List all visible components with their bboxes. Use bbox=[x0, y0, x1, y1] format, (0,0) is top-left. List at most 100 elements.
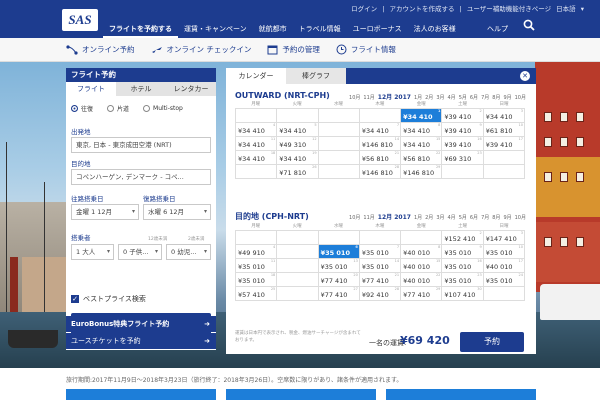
month-option[interactable]: 7月 bbox=[481, 215, 489, 221]
fare-cell[interactable]: 30 ¥107 410 bbox=[442, 287, 484, 301]
chevron-down-icon[interactable]: ▾ bbox=[581, 5, 584, 13]
fare-cell[interactable]: 28 ¥146 810 bbox=[359, 165, 402, 179]
close-icon[interactable]: ✕ bbox=[520, 71, 530, 81]
fare-cell[interactable]: 17 ¥40 010 bbox=[483, 259, 525, 273]
radio-one-way[interactable]: 片道 bbox=[107, 104, 129, 113]
fare-cell[interactable]: 29 ¥146 810 bbox=[401, 165, 443, 179]
promo-box[interactable] bbox=[66, 389, 216, 400]
login-link[interactable]: ログイン bbox=[351, 5, 377, 13]
selected-fare-cell[interactable]: 6 ¥35 010 bbox=[318, 245, 360, 259]
fare-cell[interactable]: 9 ¥35 010 bbox=[442, 245, 484, 259]
accessible-page-link[interactable]: ユーザー補助機能付きページ bbox=[467, 5, 551, 13]
fare-cell[interactable]: 13 ¥35 010 bbox=[318, 259, 360, 273]
depart-date-field[interactable]: 金曜 1 12月 ▾ bbox=[71, 204, 139, 220]
subnav-online-booking[interactable]: オンライン予約 bbox=[66, 44, 135, 55]
fare-cell[interactable]: 25 ¥57 410 bbox=[236, 287, 278, 301]
fare-cell[interactable]: 18 ¥34 410 bbox=[236, 151, 278, 165]
fare-cell[interactable]: 8 ¥34 410 bbox=[401, 123, 443, 137]
sas-logo[interactable]: SAS bbox=[62, 9, 98, 31]
fare-cell[interactable]: 21 ¥77 410 bbox=[359, 273, 402, 287]
origin-field[interactable]: 東京, 日本 - 東京成田空港 (NRT) bbox=[71, 137, 211, 153]
fare-cell[interactable]: 2 ¥39 410 bbox=[442, 109, 484, 123]
fare-cell[interactable]: 2 ¥152 410 bbox=[442, 231, 484, 245]
fare-cell[interactable]: 4 ¥34 410 bbox=[236, 123, 278, 137]
fare-cell[interactable]: 29 ¥77 410 bbox=[401, 287, 443, 301]
tab-rental-car[interactable]: レンタカー bbox=[166, 82, 216, 96]
fare-cell[interactable]: 12 ¥49 310 bbox=[277, 137, 319, 151]
radio-multi-stop[interactable]: Multi-stop bbox=[143, 104, 183, 113]
fare-cell[interactable]: 11 ¥35 010 bbox=[236, 259, 278, 273]
nav-corporate[interactable]: 法人のお客様 bbox=[408, 24, 462, 38]
month-option[interactable]: 12月 2017 bbox=[378, 214, 411, 221]
nav-fares[interactable]: 運賃・キャンペーン bbox=[178, 24, 253, 38]
return-date-field[interactable]: 水曜 6 12月 ▾ bbox=[143, 204, 211, 220]
children-select[interactable]: 0 子供... ▾ bbox=[118, 244, 162, 260]
fare-cell[interactable]: 23 ¥35 010 bbox=[442, 273, 484, 287]
best-price-checkbox[interactable]: ✓ ベストプライス検索 bbox=[71, 294, 146, 304]
month-option[interactable]: 9月 bbox=[503, 215, 511, 221]
fare-cell[interactable]: 7 ¥35 010 bbox=[359, 245, 402, 259]
fare-cell[interactable]: 11 ¥34 410 bbox=[236, 137, 278, 151]
fare-cell[interactable]: 27 ¥77 410 bbox=[318, 287, 360, 301]
fare-cell[interactable]: 4 ¥49 910 bbox=[236, 245, 278, 259]
fare-cell[interactable]: 5 ¥34 410 bbox=[277, 123, 319, 137]
fare-cell[interactable]: 15 ¥40 010 bbox=[401, 259, 443, 273]
infants-select[interactable]: 0 幼児... ▾ bbox=[166, 244, 211, 260]
fare-cell[interactable]: 10 ¥35 010 bbox=[483, 245, 525, 259]
fare-cell[interactable]: 9 ¥39 410 bbox=[442, 123, 484, 137]
fare-cell[interactable]: 18 ¥35 010 bbox=[236, 273, 278, 287]
search-icon[interactable] bbox=[523, 19, 535, 31]
help-link[interactable]: ヘルプ bbox=[487, 24, 508, 34]
fare-cell[interactable]: 3 ¥34 410 bbox=[483, 109, 525, 123]
create-account-link[interactable]: アカウントを作成する bbox=[389, 5, 454, 13]
subnav-manage-booking[interactable]: 予約の管理 bbox=[267, 44, 320, 55]
fare-cell[interactable]: 15 ¥34 410 bbox=[401, 137, 443, 151]
nav-travel-info[interactable]: トラベル情報 bbox=[293, 24, 347, 38]
language-select[interactable]: 日本語 bbox=[556, 5, 576, 13]
tab-hotel[interactable]: ホテル bbox=[116, 82, 166, 96]
fare-cell[interactable]: 22 ¥40 010 bbox=[401, 273, 443, 287]
month-option[interactable]: 10月 bbox=[515, 215, 526, 221]
fare-cell[interactable]: 26 ¥71 810 bbox=[277, 165, 319, 179]
fare-cell[interactable]: 19 ¥34 410 bbox=[277, 151, 319, 165]
fare-cell[interactable]: 16 ¥35 010 bbox=[442, 259, 484, 273]
promo-box[interactable] bbox=[386, 389, 536, 400]
month-option[interactable]: 11月 bbox=[363, 215, 374, 221]
fare-cell[interactable]: 7 ¥34 410 bbox=[359, 123, 402, 137]
promo-box[interactable] bbox=[226, 389, 376, 400]
fare-cell[interactable]: 24 ¥35 010 bbox=[483, 273, 525, 287]
subnav-online-checkin[interactable]: オンライン チェックイン bbox=[151, 44, 251, 55]
fare-cell[interactable]: 16 ¥39 410 bbox=[442, 137, 484, 151]
book-button[interactable]: 予約 bbox=[460, 332, 524, 352]
fare-cell[interactable]: 8 ¥40 010 bbox=[401, 245, 443, 259]
month-option[interactable]: 5月 bbox=[459, 215, 467, 221]
month-option[interactable]: 6月 bbox=[470, 215, 478, 221]
nav-book-flight[interactable]: フライトを予約する bbox=[103, 24, 178, 38]
selected-fare-cell[interactable]: 1 ¥34 410 bbox=[401, 109, 443, 123]
month-option[interactable]: 4月 bbox=[448, 215, 456, 221]
fare-cell[interactable]: 3 ¥147 410 bbox=[483, 231, 525, 245]
fare-cell[interactable]: 21 ¥56 810 bbox=[359, 151, 402, 165]
month-option[interactable]: 2月 bbox=[425, 215, 433, 221]
month-option[interactable]: 12月 2017 bbox=[378, 94, 411, 101]
fare-cell[interactable]: 22 ¥56 810 bbox=[401, 151, 443, 165]
youth-ticket-link[interactable]: ユースチケットを予約 ➜ bbox=[66, 333, 216, 349]
fare-cell[interactable]: 17 ¥39 410 bbox=[483, 137, 525, 151]
subnav-flight-info[interactable]: フライト情報 bbox=[336, 44, 396, 55]
tab-flight[interactable]: フライト bbox=[66, 82, 116, 96]
eurobonus-booking-link[interactable]: EuroBonus特典フライト予約 ➜ bbox=[66, 316, 216, 332]
fare-cell[interactable]: 20 ¥77 410 bbox=[318, 273, 360, 287]
month-option[interactable]: 10月 bbox=[349, 215, 360, 221]
adults-select[interactable]: 1 大人 ▾ bbox=[71, 244, 114, 260]
fare-cell[interactable]: 23 ¥69 310 bbox=[442, 151, 484, 165]
fare-cell[interactable]: 14 ¥35 010 bbox=[359, 259, 402, 273]
tab-bar-chart[interactable]: 棒グラフ bbox=[286, 68, 346, 84]
month-option[interactable]: 1月 bbox=[414, 215, 422, 221]
fare-cell[interactable]: 10 ¥61 810 bbox=[483, 123, 525, 137]
tab-calendar[interactable]: カレンダー bbox=[226, 68, 286, 84]
fare-cell[interactable]: 14 ¥146 810 bbox=[359, 137, 402, 151]
month-option[interactable]: 3月 bbox=[436, 215, 444, 221]
destination-field[interactable]: コペンハーゲン, デンマーク - コペ... bbox=[71, 169, 211, 185]
nav-destinations[interactable]: 就航都市 bbox=[253, 24, 293, 38]
radio-round-trip[interactable]: 往復 bbox=[71, 104, 93, 113]
